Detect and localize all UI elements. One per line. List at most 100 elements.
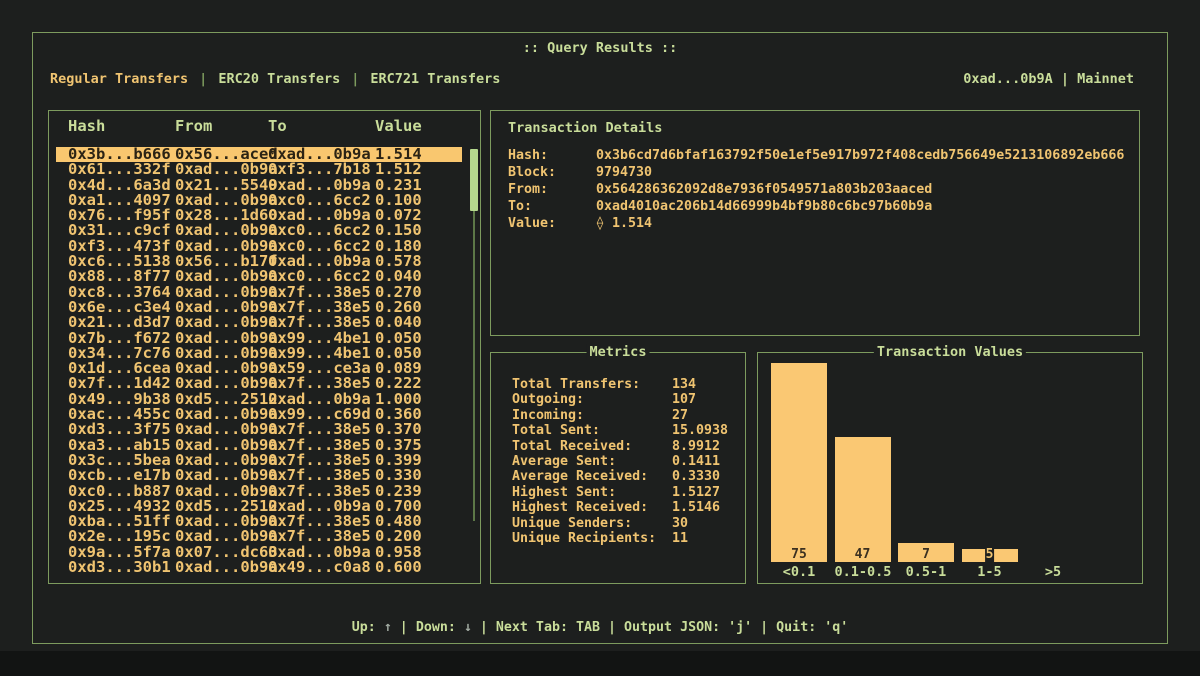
metrics-panel: Metrics Total Transfers:134Outgoing:107I… bbox=[490, 352, 746, 584]
detail-field-block: Block:9794730 bbox=[508, 164, 1124, 181]
tab-separator: | bbox=[199, 71, 207, 87]
hint-next-tab: Next Tab: bbox=[496, 620, 576, 635]
chart-bar-0-1: 75 bbox=[771, 363, 827, 562]
hint-separator: | bbox=[392, 620, 416, 635]
chart-bar-0-1-0-5: 47 bbox=[835, 437, 891, 562]
metric-label: Unique Recipients: bbox=[512, 531, 672, 546]
metric-average-received: Average Received:0.3330 bbox=[512, 469, 728, 484]
hint-key--arrow: ↓ bbox=[464, 620, 472, 635]
table-row[interactable]: 0xd3...30b10xad...0b9a0x49...c0a80.600 bbox=[56, 560, 462, 575]
metric-value: 15.0938 bbox=[672, 423, 728, 438]
hint-quit: Quit: bbox=[776, 620, 824, 635]
metric-value: 1.5146 bbox=[672, 500, 720, 515]
network-name: Mainnet bbox=[1077, 71, 1134, 87]
metric-highest-sent: Highest Sent:1.5127 bbox=[512, 485, 728, 500]
tab-erc20-transfers[interactable]: ERC20 Transfers bbox=[218, 71, 340, 87]
hint-key-tab: TAB bbox=[576, 620, 600, 635]
cell-from: 0xad...0b9a bbox=[175, 560, 278, 575]
detail-label: From: bbox=[508, 181, 596, 198]
detail-value: 9794730 bbox=[596, 165, 652, 180]
metric-label: Highest Received: bbox=[512, 500, 672, 515]
column-header-from: From bbox=[175, 117, 212, 135]
chart-panel-title: Transaction Values bbox=[874, 344, 1026, 360]
metric-total-received: Total Received:8.9912 bbox=[512, 439, 728, 454]
detail-field-from: From:0x564286362092d8e7936f0549571a803b2… bbox=[508, 181, 1124, 198]
column-header-value: Value bbox=[375, 117, 422, 135]
transfers-table-panel: Hash From To Value 0x3b...b6660x56...aced0x… bbox=[48, 110, 481, 584]
wallet-address: 0xad...0b9A bbox=[963, 71, 1052, 87]
metric-label: Total Received: bbox=[512, 439, 672, 454]
metric-average-sent: Average Sent:0.1411 bbox=[512, 454, 728, 469]
scrollbar-thumb[interactable] bbox=[470, 149, 478, 211]
keyboard-hints-bar: Up: ↑ | Down: ↓ | Next Tab: TAB | Output… bbox=[0, 620, 1200, 635]
metric-value: 1.5127 bbox=[672, 485, 720, 500]
tab-bar: Regular Transfers | ERC20 Transfers | ERC721… bbox=[50, 71, 500, 87]
cell-to: 0x49...c0a8 bbox=[268, 560, 371, 575]
metric-incoming: Incoming:27 bbox=[512, 408, 728, 423]
chart-bar-0-5-1: 7 bbox=[898, 543, 954, 562]
metric-unique-senders: Unique Senders:30 bbox=[512, 516, 728, 531]
app-title: :: Query Results :: bbox=[0, 40, 1200, 56]
transaction-values-chart: Transaction Values 75<0.1470.1-0.570.5-1… bbox=[757, 352, 1143, 584]
detail-value: 0x564286362092d8e7936f0549571a803b203aac… bbox=[596, 182, 932, 197]
metric-label: Average Sent: bbox=[512, 454, 672, 469]
metric-total-sent: Total Sent:15.0938 bbox=[512, 423, 728, 438]
bar-value-label: 75 bbox=[771, 548, 827, 562]
metric-value: 27 bbox=[672, 408, 688, 423]
hint-separator: | bbox=[472, 620, 496, 635]
hint-separator: | bbox=[600, 620, 624, 635]
detail-field-to: To:0xad4010ac206b14d66999b4bf9b80c6bc97b… bbox=[508, 198, 1124, 215]
hint-down: Down: bbox=[416, 620, 464, 635]
axis-label-0-1-0-5: 0.1-0.5 bbox=[835, 564, 891, 580]
wallet-network-indicator: 0xad...0b9A | Mainnet bbox=[963, 71, 1134, 87]
detail-value: 0xad4010ac206b14d66999b4bf9b80c6bc97b60b… bbox=[596, 199, 932, 214]
metric-value: 0.3330 bbox=[672, 469, 720, 484]
metric-label: Total Transfers: bbox=[512, 377, 672, 392]
detail-value: 0x3b6cd7d6bfaf163792f50e1ef5e917b972f408… bbox=[596, 148, 1124, 163]
detail-field-hash: Hash:0x3b6cd7d6bfaf163792f50e1ef5e917b97… bbox=[508, 147, 1124, 164]
metric-value: 11 bbox=[672, 531, 688, 546]
tab-erc721-transfers[interactable]: ERC721 Transfers bbox=[370, 71, 500, 87]
column-header-to: To bbox=[268, 117, 287, 135]
bar-value-label: 47 bbox=[835, 548, 891, 562]
detail-label: Value: bbox=[508, 215, 596, 232]
detail-label: To: bbox=[508, 198, 596, 215]
metric-value: 107 bbox=[672, 392, 696, 407]
column-header-hash: Hash bbox=[68, 117, 105, 135]
metric-label: Highest Sent: bbox=[512, 485, 672, 500]
metric-value: 0.1411 bbox=[672, 454, 720, 469]
metric-unique-recipients: Unique Recipients:11 bbox=[512, 531, 728, 546]
hint-key--arrow: ↑ bbox=[384, 620, 392, 635]
query-results-app: :: Query Results :: Regular Transfers|ER… bbox=[0, 0, 1200, 676]
detail-field-value: Value:⟠ 1.514 bbox=[508, 215, 1124, 232]
details-panel-title: Transaction Details bbox=[508, 120, 662, 136]
details-fields: Hash:0x3b6cd7d6bfaf163792f50e1ef5e917b97… bbox=[508, 147, 1124, 232]
hint-key-q: 'q' bbox=[824, 620, 848, 635]
tab-separator: | bbox=[351, 71, 359, 87]
axis-label-0-5-1: 0.5-1 bbox=[898, 564, 954, 580]
metric-label: Total Sent: bbox=[512, 423, 672, 438]
metric-value: 8.9912 bbox=[672, 439, 720, 454]
hint-output-json: Output JSON: bbox=[624, 620, 728, 635]
detail-label: Block: bbox=[508, 164, 596, 181]
metrics-panel-title: Metrics bbox=[587, 344, 650, 360]
detail-value: ⟠ 1.514 bbox=[596, 216, 652, 231]
metric-value: 30 bbox=[672, 516, 688, 531]
metric-total-transfers: Total Transfers:134 bbox=[512, 377, 728, 392]
detail-label: Hash: bbox=[508, 147, 596, 164]
table-body: 0x3b...b6660x56...aced0xad...0b9a1.5140x… bbox=[56, 147, 462, 575]
wallet-network-separator: | bbox=[1053, 71, 1077, 87]
window-bottom-edge bbox=[0, 651, 1200, 676]
axis-label-0-1: <0.1 bbox=[771, 564, 827, 580]
tab-regular-transfers[interactable]: Regular Transfers bbox=[50, 71, 188, 87]
hint-up: Up: bbox=[352, 620, 384, 635]
hint-separator: | bbox=[752, 620, 776, 635]
metric-label: Outgoing: bbox=[512, 392, 672, 407]
bar-value-label: 5 bbox=[985, 548, 995, 562]
transaction-details-panel: Transaction Details Hash:0x3b6cd7d6bfaf1… bbox=[490, 110, 1140, 336]
metric-label: Unique Senders: bbox=[512, 516, 672, 531]
hint-key-j: 'j' bbox=[728, 620, 752, 635]
metric-highest-received: Highest Received:1.5146 bbox=[512, 500, 728, 515]
cell-hash: 0xd3...30b1 bbox=[68, 560, 171, 575]
chart-bar-1-5: 5 bbox=[962, 549, 1018, 562]
